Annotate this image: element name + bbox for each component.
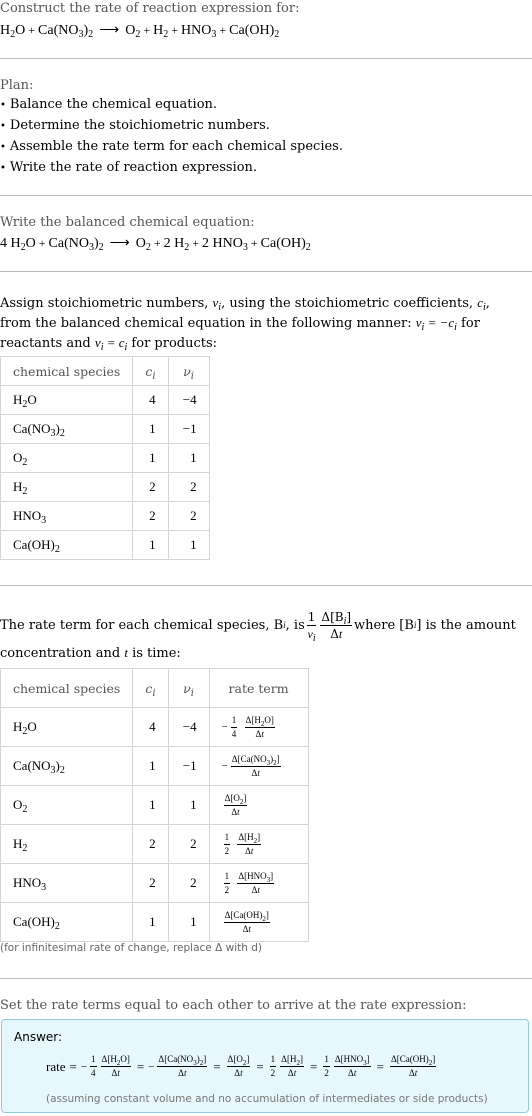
answer-box: Answer: rate = −1 4 Δ[H2O] Δt = − Δ[Ca(NO3)… — [1, 1019, 529, 1113]
plan-step: Balance the chemical equation. — [0, 95, 532, 116]
answer-label: Answer: — [14, 1030, 63, 1044]
plan-section: Plan: Balance the chemical equation. Det… — [0, 76, 532, 179]
final-label: Set the rate terms equal to each other t… — [0, 998, 467, 1013]
plan-step: Determine the stoichiometric numbers. — [0, 116, 532, 137]
table-row: Ca(NO3)2 1 −1 — [0, 414, 210, 444]
species-hno3: HNO3 — [181, 23, 217, 40]
species-h2: H2 — [153, 23, 169, 40]
header-ci: ci — [132, 356, 169, 386]
rate-term-cell: Δ[Ca(OH)2] Δt — [208, 902, 309, 942]
balanced-label: Write the balanced chemical equation: — [0, 215, 255, 230]
table-row: H2O 4 −4 — [0, 385, 210, 415]
table-row: O2 1 1 — [0, 443, 210, 473]
divider — [0, 195, 532, 196]
reaction-arrow-icon: ⟶ — [109, 236, 130, 251]
table-row: H2 2 2 — [0, 472, 210, 502]
stoich-description: Assign stoichiometric numbers, νi, using… — [0, 295, 490, 353]
rateterm-table: chemical species ci νi rate term H2O 4 −4 … — [0, 668, 309, 942]
header-species: chemical species — [0, 668, 134, 708]
table-row: O2 1 1 Δ[O2] Δt — [0, 785, 309, 825]
plan-steps: Balance the chemical equation. Determine… — [0, 95, 532, 179]
species-h2o: H2O — [0, 23, 26, 40]
header-nui: νi — [167, 356, 210, 386]
table-header-row: chemical species ci νi rate term — [0, 668, 309, 708]
rate-expression: rate = −1 4 Δ[H2O] Δt = − Δ[Ca(NO3)2] Δt = Δ… — [46, 1054, 437, 1078]
rateterm-description: The rate term for each chemical species,… — [0, 609, 516, 644]
divider — [0, 978, 532, 979]
rateterm-section: The rate term for each chemical species,… — [0, 610, 532, 663]
delta-fraction: Δ[Bi] Δt — [320, 609, 353, 641]
table-row: HNO3 2 2 12 Δ[HNO3] Δt — [0, 863, 309, 903]
rate-term-cell: − Δ[Ca(NO3)2] Δt — [208, 746, 309, 786]
stoich-section: Assign stoichiometric numbers, νi, using… — [0, 293, 525, 353]
table-row: Ca(NO3)2 1 −1 − Δ[Ca(NO3)2] Δt — [0, 746, 309, 786]
plan-step: Write the rate of reaction expression. — [0, 158, 532, 179]
table-row: HNO3 2 2 — [0, 501, 210, 531]
species-cano32: Ca(NO3)2 — [38, 23, 94, 40]
balanced-section: Write the balanced chemical equation: 4 … — [0, 213, 532, 254]
table-row: H2O 4 −4 −1 4 Δ[H2O] Δt — [0, 707, 309, 747]
reaction-arrow-icon: ⟶ — [99, 23, 120, 38]
intro-label: Construct the rate of reaction expressio… — [0, 1, 300, 16]
rate-term-cell: −1 4 Δ[H2O] Δt — [208, 707, 309, 747]
rateterm-description-cont: concentration and t is time: — [0, 645, 181, 661]
species-caoh2: Ca(OH)2 — [229, 23, 280, 40]
plan-step: Assemble the rate term for each chemical… — [0, 137, 532, 158]
infinitesimal-note: (for infinitesimal rate of change, repla… — [0, 942, 262, 954]
assumption-note: (assuming constant volume and no accumul… — [46, 1093, 488, 1105]
final-section: Set the rate terms equal to each other t… — [0, 996, 532, 1015]
divider — [0, 585, 532, 586]
header-species: chemical species — [0, 356, 134, 386]
rate-term-cell: Δ[O2] Δt — [208, 785, 309, 825]
reaction-equation: H2O + Ca(NO3)2 ⟶ O2 + H2 + HNO3 + Ca(OH)2 — [0, 23, 280, 40]
stoich-table: chemical species ci νi H2O 4 −4 Ca(NO3)2 1−… — [0, 356, 210, 560]
rate-fraction: 1 νi — [306, 609, 317, 644]
header-ci: ci — [132, 668, 169, 708]
table-header-row: chemical species ci νi — [0, 356, 210, 386]
table-row: Ca(OH)2 1 1 Δ[Ca(OH)2] Δt — [0, 902, 309, 942]
rate-word: rate — [46, 1058, 66, 1074]
rate-term-cell: 12 Δ[HNO3] Δt — [208, 863, 309, 903]
divider — [0, 58, 532, 59]
header-nui: νi — [167, 668, 210, 708]
table-row: H2 2 2 12 Δ[H2] Δt — [0, 824, 309, 864]
header-rate-term: rate term — [208, 668, 309, 708]
balanced-equation: 4 H2O + Ca(NO3)2 ⟶ O2 +2 H2 +2 HNO3 + Ca(OH)2 — [0, 236, 311, 253]
divider — [0, 271, 532, 272]
rate-term-cell: 12 Δ[H2] Δt — [208, 824, 309, 864]
plan-label: Plan: — [0, 78, 34, 93]
table-row: Ca(OH)2 1 1 — [0, 530, 210, 560]
species-o2: O2 — [125, 23, 141, 40]
